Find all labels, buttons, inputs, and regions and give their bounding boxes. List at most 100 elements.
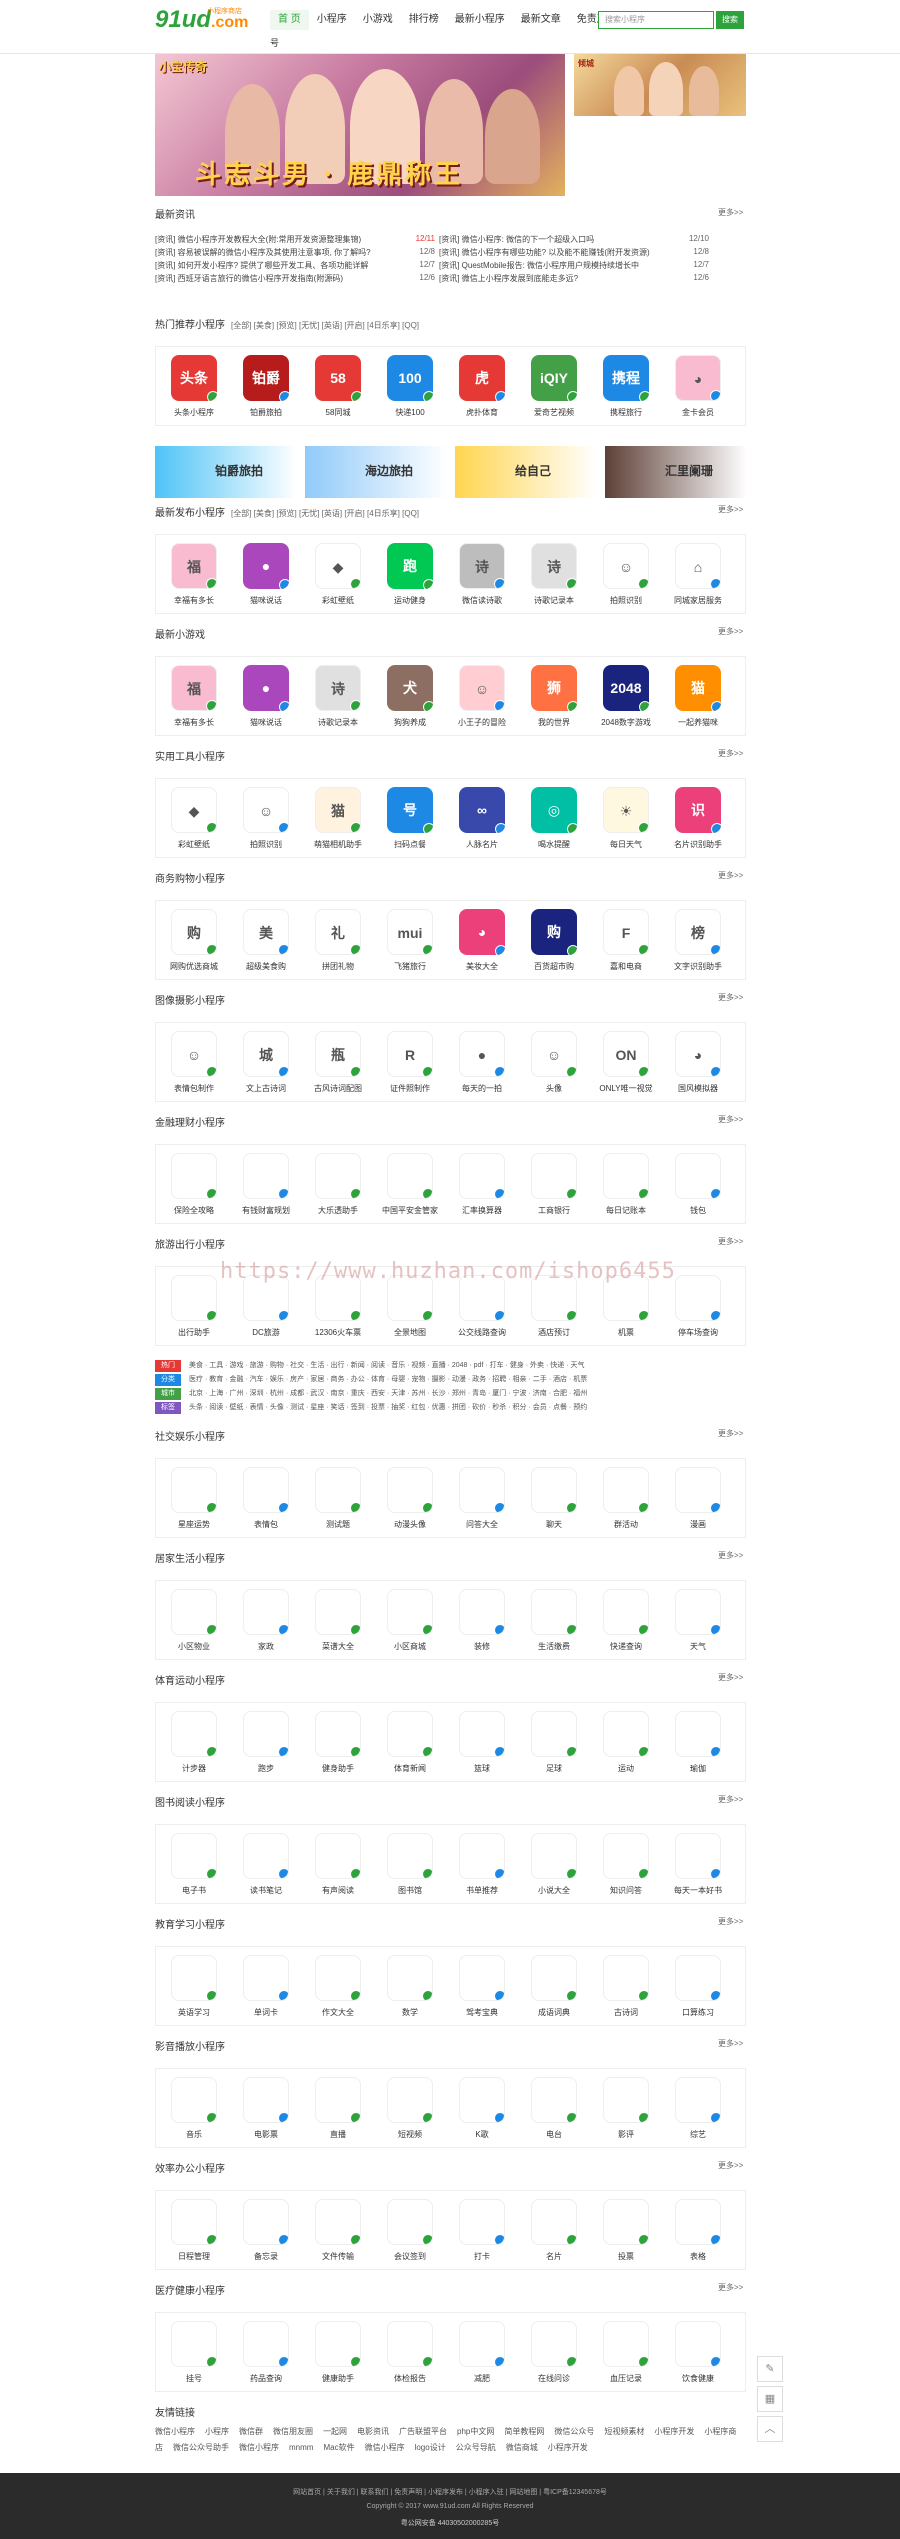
app-item[interactable]: ◆ 彩虹壁纸	[166, 787, 222, 850]
friend-link[interactable]: 微信公众号	[554, 2427, 594, 2436]
app-item[interactable]: 健康助手	[310, 2321, 366, 2384]
app-item[interactable]: 诗微信读诗歌	[454, 543, 510, 606]
app-item[interactable]: 表格	[670, 2199, 726, 2262]
app-item[interactable]: 口算练习	[670, 1955, 726, 2018]
app-item[interactable]: 在线问诊	[526, 2321, 582, 2384]
app-item[interactable]: 漫画	[670, 1467, 726, 1530]
friend-link[interactable]: 微信朋友圈	[273, 2427, 313, 2436]
app-item[interactable]: 100 快递100	[382, 355, 438, 418]
app-item[interactable]: ☀ 每日天气	[598, 787, 654, 850]
side-banner[interactable]: 倾城	[574, 54, 746, 116]
app-item[interactable]: 足球	[526, 1711, 582, 1774]
app-item[interactable]: 电台	[526, 2077, 582, 2140]
app-item[interactable]: ◕ 金卡会员	[670, 355, 726, 418]
app-item[interactable]: 古诗词	[598, 1955, 654, 2018]
section-more-link[interactable]: 更多>>	[718, 2160, 743, 2171]
app-item[interactable]: 12306火车票	[310, 1275, 366, 1338]
ad-banner[interactable]: 给自己	[455, 446, 597, 498]
back-to-top-icon[interactable]: ︿	[757, 2416, 783, 2442]
app-item[interactable]: 驾考宝典	[454, 1955, 510, 2018]
friend-link[interactable]: 微信商城	[506, 2443, 538, 2452]
tag-row-items[interactable]: 医疗 · 教育 · 金融 · 汽车 · 娱乐 · 房产 · 家居 · 商务 · …	[189, 1376, 587, 1383]
app-item[interactable]: 中国平安金管家	[382, 1153, 438, 1216]
app-item[interactable]: 大乐透助手	[310, 1153, 366, 1216]
friend-link[interactable]: 微信公众号助手	[173, 2443, 229, 2452]
app-item[interactable]: 机票	[598, 1275, 654, 1338]
nav-item[interactable]: 排行榜	[401, 10, 447, 30]
app-item[interactable]: 问答大全	[454, 1467, 510, 1530]
friend-link[interactable]: 公众号导航	[456, 2443, 496, 2452]
app-item[interactable]: 体检报告	[382, 2321, 438, 2384]
app-item[interactable]: 城文上古诗词	[238, 1031, 294, 1094]
app-item[interactable]: 药品查询	[238, 2321, 294, 2384]
news-item[interactable]: [资讯] QuestMobile报告: 微信小程序用户规模持续增长中 12/7	[439, 260, 709, 271]
app-item[interactable]: 公交线路查询	[454, 1275, 510, 1338]
app-item[interactable]: 文件传输	[310, 2199, 366, 2262]
news-item[interactable]: [资讯] 微信小程序: 微信的下一个超级入口吗 12/10	[439, 234, 709, 245]
app-item[interactable]: 单词卡	[238, 1955, 294, 2018]
friend-link[interactable]: 小程序开发	[548, 2443, 588, 2452]
search-button[interactable]: 搜索	[716, 11, 744, 29]
friend-link[interactable]: 小程序	[205, 2427, 229, 2436]
friend-link[interactable]: 微信小程序	[239, 2443, 279, 2452]
app-item[interactable]: 电影票	[238, 2077, 294, 2140]
app-item[interactable]: 装修	[454, 1589, 510, 1652]
app-item[interactable]: 投票	[598, 2199, 654, 2262]
section-more-link[interactable]: 更多>>	[718, 2038, 743, 2049]
app-item[interactable]: 诗诗歌记录本	[310, 665, 366, 728]
app-item[interactable]: 篮球	[454, 1711, 510, 1774]
app-item[interactable]: 综艺	[670, 2077, 726, 2140]
app-item[interactable]: 跑步	[238, 1711, 294, 1774]
app-item[interactable]: ⌂ 同城家居服务	[670, 543, 726, 606]
friend-link[interactable]: php中文网	[457, 2427, 494, 2436]
section-more-link[interactable]: 更多>>	[718, 1550, 743, 1561]
section-more-link[interactable]: 更多>>	[718, 1428, 743, 1439]
app-item[interactable]: 图书馆	[382, 1833, 438, 1896]
qr-code-icon[interactable]: ▦	[757, 2386, 783, 2412]
app-item[interactable]: 挂号	[166, 2321, 222, 2384]
app-item[interactable]: 猫萌猫相机助手	[310, 787, 366, 850]
section-more-link[interactable]: 更多>>	[718, 2282, 743, 2293]
app-item[interactable]: 号扫码点餐	[382, 787, 438, 850]
app-item[interactable]: 酒店预订	[526, 1275, 582, 1338]
app-item[interactable]: 电子书	[166, 1833, 222, 1896]
app-item[interactable]: 购百货超市购	[526, 909, 582, 972]
app-item[interactable]: 小说大全	[526, 1833, 582, 1896]
app-item[interactable]: ◕ 美妆大全	[454, 909, 510, 972]
app-item[interactable]: 猫一起养猫咪	[670, 665, 726, 728]
app-item[interactable]: 福幸福有多长	[166, 665, 222, 728]
friend-link[interactable]: 微信小程序	[155, 2427, 195, 2436]
tag-row-items[interactable]: 北京 · 上海 · 广州 · 深圳 · 杭州 · 成都 · 武汉 · 南京 · …	[189, 1390, 587, 1397]
ad-banner[interactable]: 汇里阑珊	[605, 446, 747, 498]
friend-link[interactable]: 简单教程网	[504, 2427, 544, 2436]
app-item[interactable]: 减肥	[454, 2321, 510, 2384]
app-item[interactable]: 福幸福有多长	[166, 543, 222, 606]
friend-link[interactable]: 电影资讯	[357, 2427, 389, 2436]
app-item[interactable]: 狮我的世界	[526, 665, 582, 728]
ad-banner[interactable]: 海边旅拍	[305, 446, 447, 498]
ad-banner[interactable]: 铂爵旅拍	[155, 446, 297, 498]
app-item[interactable]: DC旅游	[238, 1275, 294, 1338]
nav-item[interactable]: 小程序	[309, 10, 355, 30]
app-item[interactable]: ☺ 拍照识别	[238, 787, 294, 850]
news-item[interactable]: [资讯] 西班牙语言旅行的微信小程序开发指南(附源码) 12/6	[155, 273, 435, 284]
news-item[interactable]: [资讯] 微信小程序开发教程大全(附:常用开发资源整理集锦) 12/11	[155, 234, 435, 245]
app-item[interactable]: 英语学习	[166, 1955, 222, 2018]
nav-item[interactable]: 小游戏	[355, 10, 401, 30]
app-item[interactable]: 运动	[598, 1711, 654, 1774]
app-item[interactable]: 诗诗歌记录本	[526, 543, 582, 606]
app-item[interactable]: 群活动	[598, 1467, 654, 1530]
app-item[interactable]: ● 每天的一拍	[454, 1031, 510, 1094]
news-more-link[interactable]: 更多>>	[718, 207, 743, 218]
section-more-link[interactable]: 更多>>	[718, 1672, 743, 1683]
app-item[interactable]: ☺ 拍照识别	[598, 543, 654, 606]
app-item[interactable]: 饮食健康	[670, 2321, 726, 2384]
app-item[interactable]: ● 猫咪说话	[238, 665, 294, 728]
app-item[interactable]: ☺ 头像	[526, 1031, 582, 1094]
app-item[interactable]: 每日记账本	[598, 1153, 654, 1216]
main-banner[interactable]: 小宝传奇 斗志斗男 · 鹿鼎称王	[155, 54, 565, 196]
app-item[interactable]: ∞ 人脉名片	[454, 787, 510, 850]
section-tags[interactable]: [全部] [美食] [预览] [无忧] [英语] [开启] [4日乐享] [QQ…	[231, 509, 419, 518]
app-item[interactable]: 快递查询	[598, 1589, 654, 1652]
app-item[interactable]: 天气	[670, 1589, 726, 1652]
